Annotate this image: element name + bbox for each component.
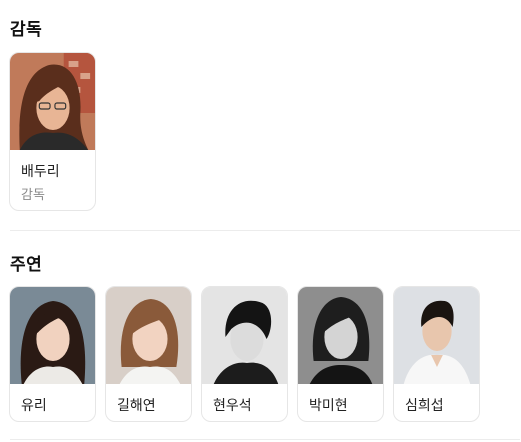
cast-photo [106,287,191,384]
person-card-cast[interactable]: 박미현 [297,286,384,422]
director-name: 배두리 [21,164,60,180]
person-card-director[interactable]: 배두리 감독 [9,52,96,211]
person-card-cast[interactable]: 길해연 [105,286,192,422]
cast-name: 길해연 [117,398,156,414]
cast-section-title: 주연 [10,255,43,275]
cast-photo [10,287,95,384]
cast-photo [202,287,287,384]
director-section-title: 감독 [10,20,43,40]
cast-name: 박미현 [309,398,348,414]
cast-photo [298,287,383,384]
cast-name: 현우석 [213,398,252,414]
section-divider [10,230,520,231]
director-role: 감독 [21,188,45,203]
cast-name: 유리 [21,398,47,414]
cast-name: 심희섭 [405,398,444,414]
person-card-cast[interactable]: 현우석 [201,286,288,422]
section-divider [10,439,520,440]
cast-photo [394,287,479,384]
director-photo [10,53,95,150]
person-card-cast[interactable]: 심희섭 [393,286,480,422]
person-card-cast[interactable]: 유리 [9,286,96,422]
